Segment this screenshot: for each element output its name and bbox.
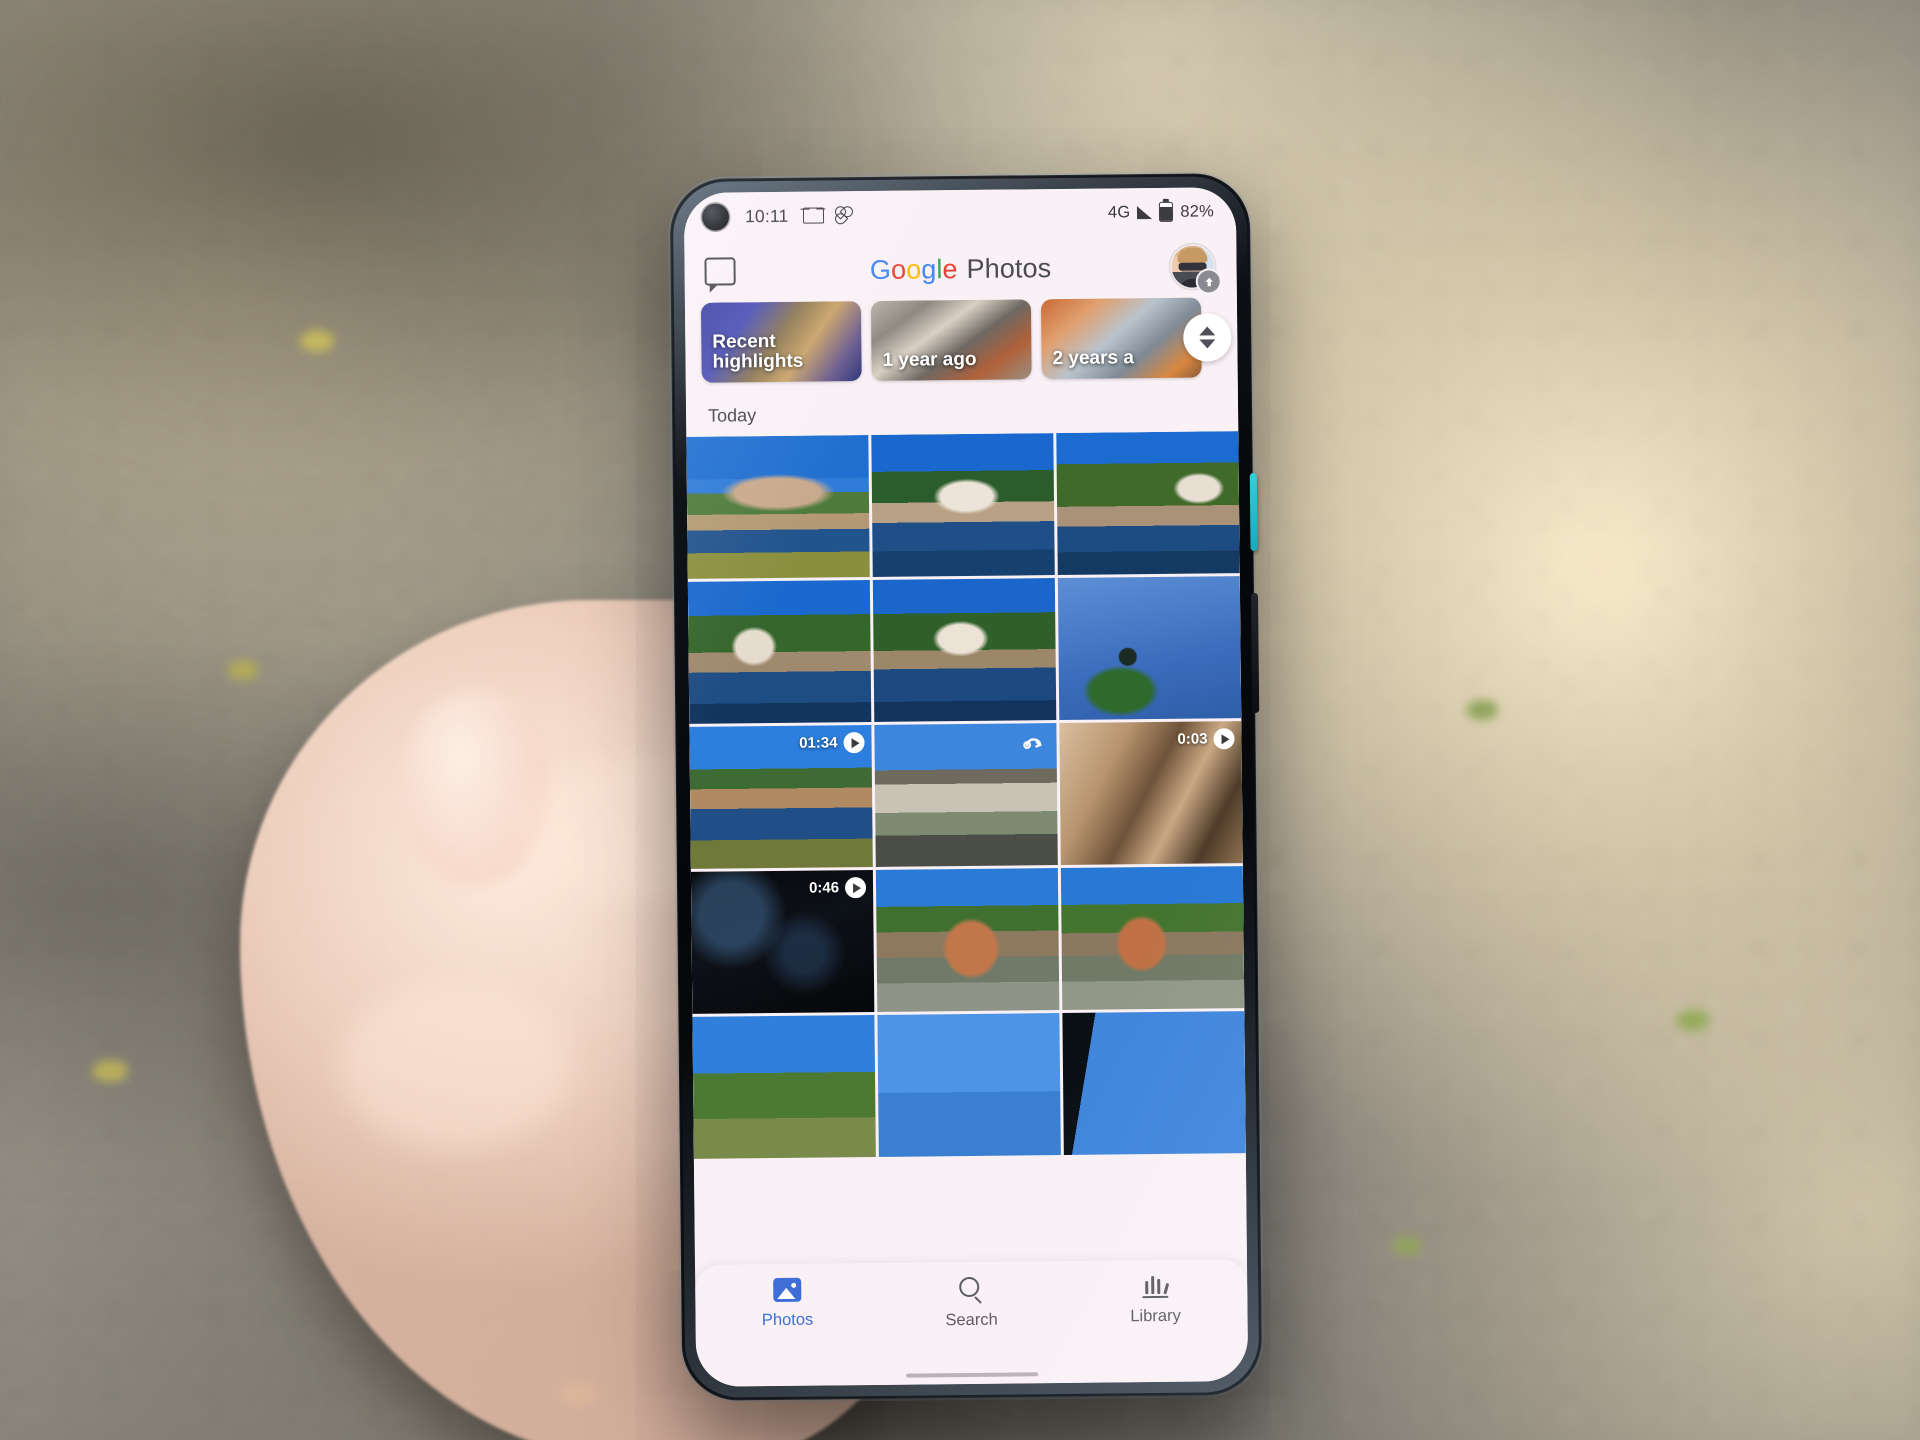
memories-carousel[interactable]: Recent highlights 1 year ago 2 years a <box>684 297 1238 395</box>
battery-percent-label: 82% <box>1180 201 1215 221</box>
status-notification-icons <box>802 203 855 227</box>
play-icon <box>1213 728 1235 750</box>
network-type-label: 4G <box>1107 202 1131 221</box>
memory-title: 1 year ago <box>882 349 977 372</box>
photos-icon <box>773 1277 802 1303</box>
volume-button[interactable] <box>1250 592 1260 713</box>
leaf <box>1466 700 1498 720</box>
photo-stone-gate-b[interactable] <box>1060 866 1245 1011</box>
backup-upload-icon <box>1197 270 1220 293</box>
bottom-navigation-bar: Photos Search Library <box>694 1259 1249 1387</box>
video-duration-label: 0:03 <box>1177 730 1208 748</box>
avatar-sunglasses <box>1178 262 1207 271</box>
app-title-google-photos: Google Photos <box>684 251 1236 288</box>
nav-label-photos: Photos <box>761 1310 814 1330</box>
memory-card[interactable]: 1 year ago <box>870 299 1032 381</box>
loop-icon <box>1023 738 1042 749</box>
video-duration-badge: 01:34 <box>799 732 865 754</box>
leaf <box>228 660 258 680</box>
battery-icon <box>1159 201 1174 222</box>
logo-letter-g: G <box>869 254 892 285</box>
chat-bubble-icon[interactable] <box>704 257 736 286</box>
video-duration-label: 01:34 <box>799 734 838 752</box>
avatar-hair <box>1177 247 1208 263</box>
video-duration-label: 0:46 <box>808 879 840 897</box>
photo-partial-b[interactable] <box>877 1013 1061 1157</box>
logo-letter-l: l <box>936 253 943 284</box>
video-tree-bark[interactable]: 0:03 <box>1059 721 1243 866</box>
scroll-up-down-fab[interactable] <box>1183 313 1232 362</box>
nav-label-library: Library <box>1130 1306 1181 1326</box>
memory-title: 2 years a <box>1052 347 1134 370</box>
leaf <box>1676 1010 1710 1031</box>
status-time: 10:11 <box>744 205 789 226</box>
status-system-icons: 4G 82% <box>1108 201 1214 222</box>
play-icon <box>844 877 867 899</box>
nav-tab-search[interactable]: Search <box>879 1275 1064 1331</box>
logo-letter-e: e <box>942 253 958 284</box>
search-icon <box>958 1276 984 1304</box>
memory-card[interactable]: Recent highlights <box>700 301 862 383</box>
library-icon <box>1141 1274 1170 1298</box>
front-camera-punch-hole <box>701 202 730 231</box>
video-duration-badge: 0:46 <box>808 877 867 899</box>
account-avatar-button[interactable] <box>1168 242 1220 293</box>
power-button[interactable] <box>1249 472 1258 552</box>
chevron-down-icon <box>1199 339 1216 349</box>
photo-monument-lake[interactable] <box>871 433 1055 577</box>
logo-letter-g2: g <box>921 253 937 284</box>
leaf <box>1392 1236 1422 1255</box>
photo-duck-reeds[interactable] <box>1057 576 1242 721</box>
clover-icon <box>832 203 855 227</box>
nav-tab-photos[interactable]: Photos <box>695 1277 880 1331</box>
video-riverside[interactable]: 01:34 <box>689 724 873 869</box>
photo-monument-left[interactable] <box>687 579 872 724</box>
photo-partial-a[interactable] <box>692 1014 876 1159</box>
photo-monument-trees[interactable] <box>1056 431 1240 576</box>
photo-grid[interactable]: 01:34 0:03 0:46 <box>686 431 1247 1265</box>
play-icon <box>843 732 865 754</box>
photo-partial-c[interactable] <box>1062 1011 1246 1155</box>
app-title-photos-word: Photos <box>966 252 1052 284</box>
section-header-today: Today <box>685 389 1239 437</box>
nav-tab-library[interactable]: Library <box>1063 1273 1248 1327</box>
signal-bars-icon <box>1137 205 1153 219</box>
knuckle-highlight <box>340 980 570 1150</box>
memory-card[interactable]: 2 years a <box>1040 297 1202 380</box>
smartphone-device: 10:11 4G 82% Google Photos Recent highli… <box>669 172 1263 1402</box>
leaf <box>300 330 334 352</box>
motion-photo-parking[interactable] <box>874 723 1058 867</box>
phone-screen: 10:11 4G 82% Google Photos Recent highli… <box>683 187 1249 1387</box>
photo-lake-mansion[interactable] <box>686 435 870 579</box>
photo-monument-water[interactable] <box>872 578 1057 722</box>
logo-letter-o1: o <box>890 254 907 285</box>
photo-stone-gate-a[interactable] <box>875 868 1060 1012</box>
status-bar: 10:11 4G 82% <box>683 187 1237 241</box>
leaf <box>92 1060 128 1082</box>
nav-label-search: Search <box>945 1310 998 1330</box>
logo-letter-o2: o <box>905 253 922 285</box>
app-bar: Google Photos <box>684 235 1237 303</box>
video-dark-night[interactable]: 0:46 <box>690 869 875 1014</box>
chevron-up-icon <box>1199 326 1216 336</box>
gmail-icon <box>802 207 824 224</box>
memory-title: Recent highlights <box>712 330 804 374</box>
video-duration-badge: 0:03 <box>1177 728 1235 750</box>
